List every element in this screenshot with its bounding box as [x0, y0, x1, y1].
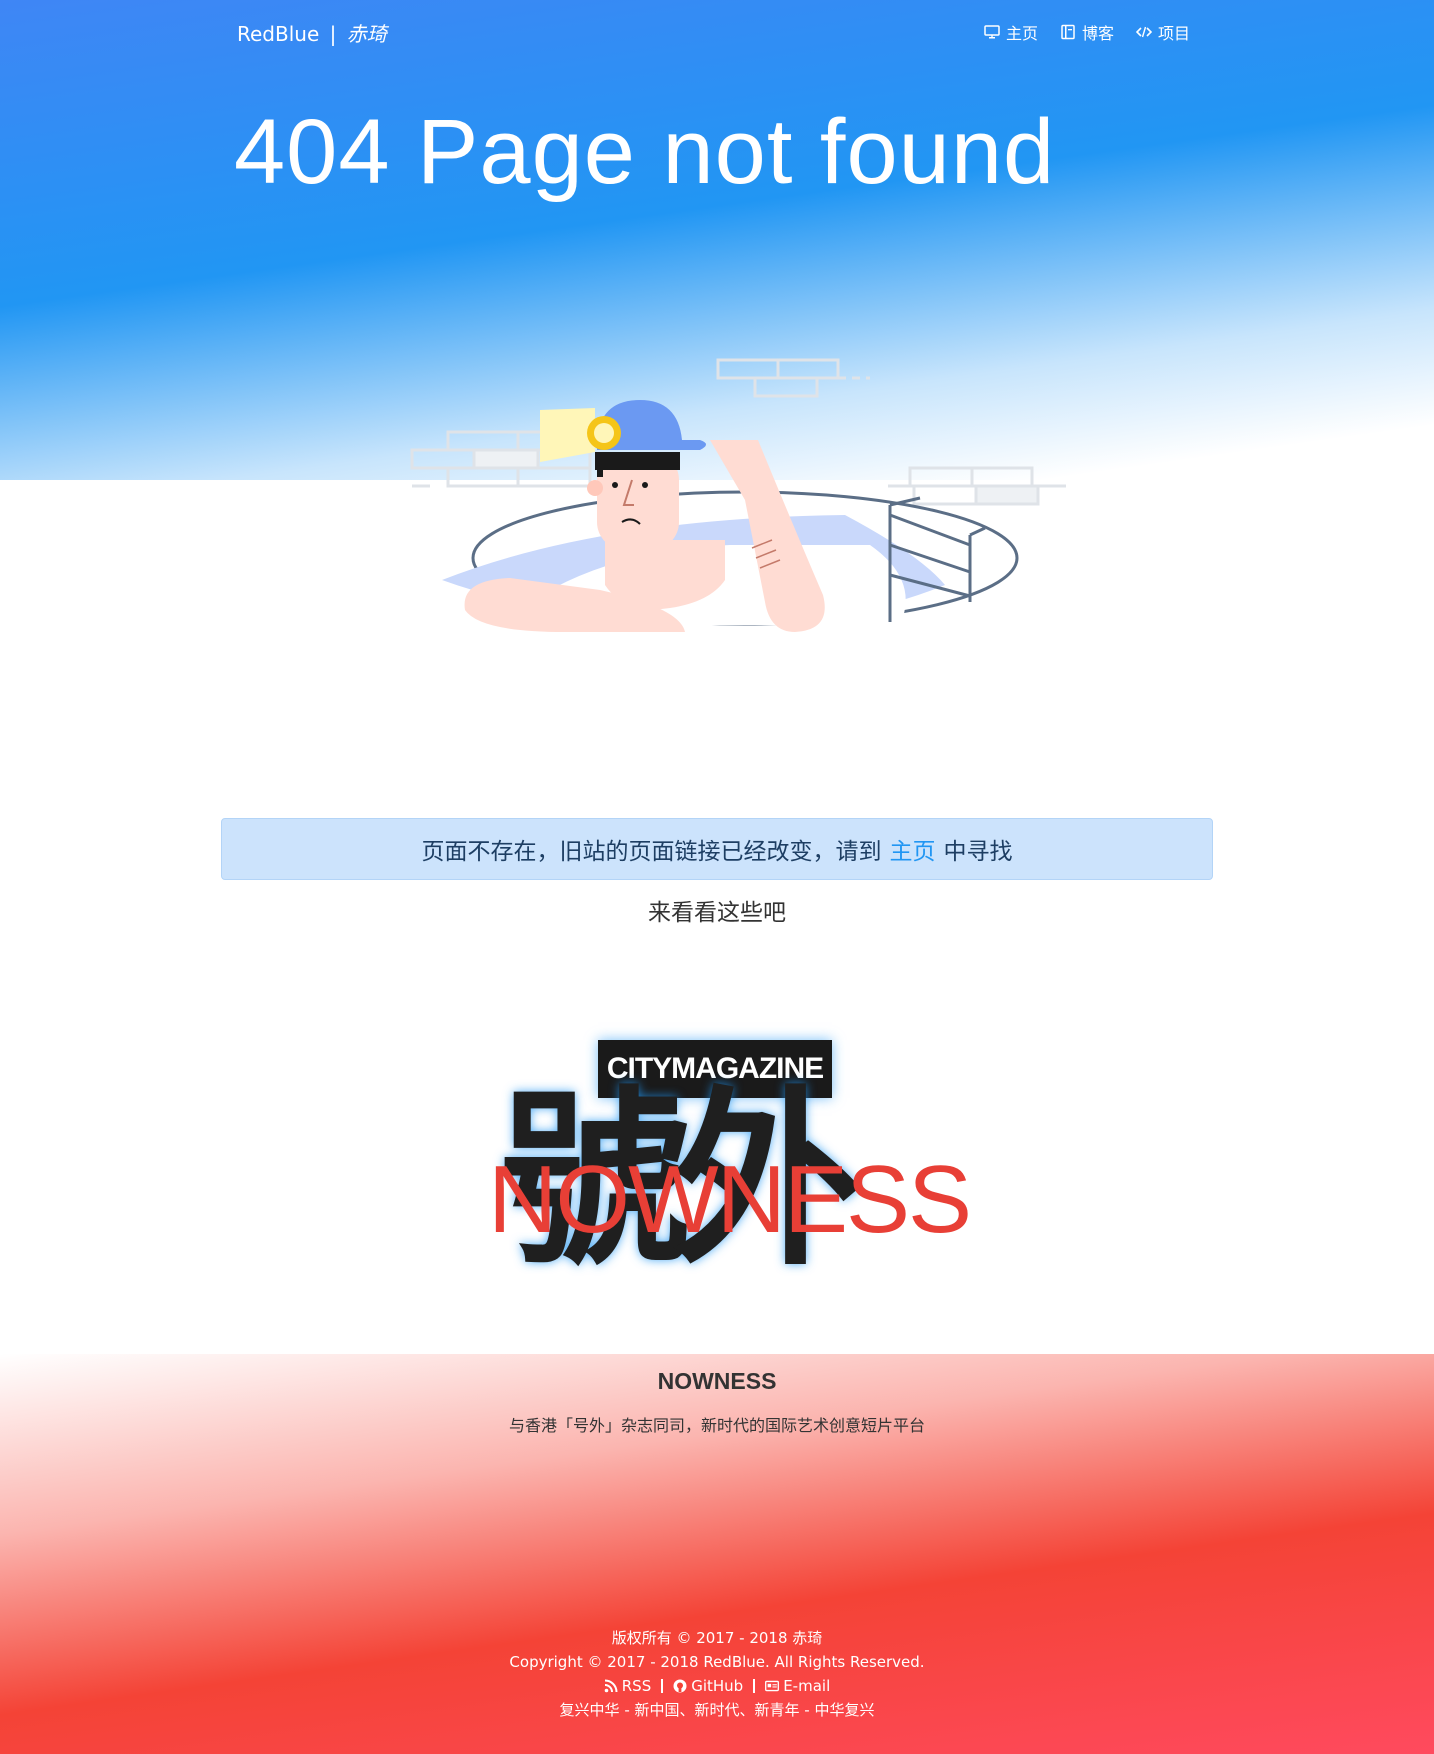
- bricks-top: [716, 358, 870, 398]
- alert-home-link[interactable]: 主页: [890, 832, 936, 866]
- 404-illustration: [410, 358, 1066, 632]
- footer-slogan: 复兴中华 - 新中国、新时代、新青年 - 中华复兴: [559, 1701, 875, 1719]
- nav-item-projects[interactable]: 项目: [1135, 20, 1190, 44]
- monitor-icon: [984, 25, 1000, 39]
- footer-copyright-en: Copyright © 2017 - 2018 RedBlue. All Rig…: [509, 1653, 925, 1671]
- footer: 版权所有 © 2017 - 2018 赤琦 Copyright © 2017 -…: [0, 1626, 1434, 1722]
- nav-item-label: 项目: [1157, 24, 1190, 43]
- card-logo[interactable]: CITYMAGAZINE 號外 NOWNESS: [470, 1030, 972, 1330]
- page-title: 404 Page not found: [234, 101, 1056, 203]
- footer-link-label: GitHub: [691, 1677, 744, 1695]
- nav-item-label: 博客: [1081, 24, 1114, 43]
- footer-divider: [753, 1679, 756, 1693]
- headlamp-lens: [594, 423, 614, 443]
- eye-left: [612, 482, 618, 488]
- hair-side: [597, 455, 603, 477]
- card-description: 与香港「号外」杂志同司，新时代的国际艺术创意短片平台: [508, 1416, 925, 1435]
- code-icon: [1135, 26, 1152, 38]
- eye-right: [642, 482, 648, 488]
- footer-link-rss[interactable]: RSS: [604, 1674, 651, 1698]
- nav-menu: 主页 博客 项目: [984, 20, 1190, 44]
- headlamp-beam: [540, 408, 595, 462]
- footer-link-github[interactable]: GitHub: [673, 1674, 743, 1698]
- book-icon: [1061, 24, 1075, 40]
- github-icon: [673, 1679, 687, 1693]
- alert-text-after: 中寻找: [943, 839, 1013, 865]
- id-card-icon: [765, 1680, 780, 1692]
- logo-overlay-text: NOWNESS: [488, 1146, 972, 1253]
- footer-links: RSS GitHub E-mail: [0, 1674, 1434, 1698]
- card-title[interactable]: NOWNESS: [0, 1368, 1434, 1395]
- brand[interactable]: RedBlue | 赤琦: [237, 18, 387, 47]
- alert-text-before: 页面不存在，旧站的页面链接已经改变，请到: [421, 839, 882, 865]
- hair: [595, 452, 680, 470]
- ear: [587, 480, 603, 496]
- suggestions-heading: 来看看这些吧: [648, 900, 786, 926]
- footer-link-label: RSS: [621, 1677, 652, 1695]
- brand-name: RedBlue: [237, 22, 320, 46]
- brand-script: 赤琦: [346, 22, 387, 46]
- footer-divider: [661, 1679, 664, 1693]
- nav-item-blog[interactable]: 博客: [1060, 20, 1114, 44]
- navbar: RedBlue | 赤琦 主页 博客 项目: [0, 0, 1434, 62]
- nav-item-label: 主页: [1005, 24, 1038, 43]
- not-found-alert: 页面不存在，旧站的页面链接已经改变，请到 主页 中寻找: [221, 818, 1213, 880]
- brand-separator: |: [329, 22, 337, 46]
- footer-copyright-cn: 版权所有 © 2017 - 2018 赤琦: [611, 1629, 823, 1647]
- rss-icon: [604, 1679, 618, 1693]
- footer-link-email[interactable]: E-mail: [765, 1674, 830, 1698]
- footer-link-label: E-mail: [783, 1677, 831, 1695]
- nav-item-home[interactable]: 主页: [984, 20, 1038, 44]
